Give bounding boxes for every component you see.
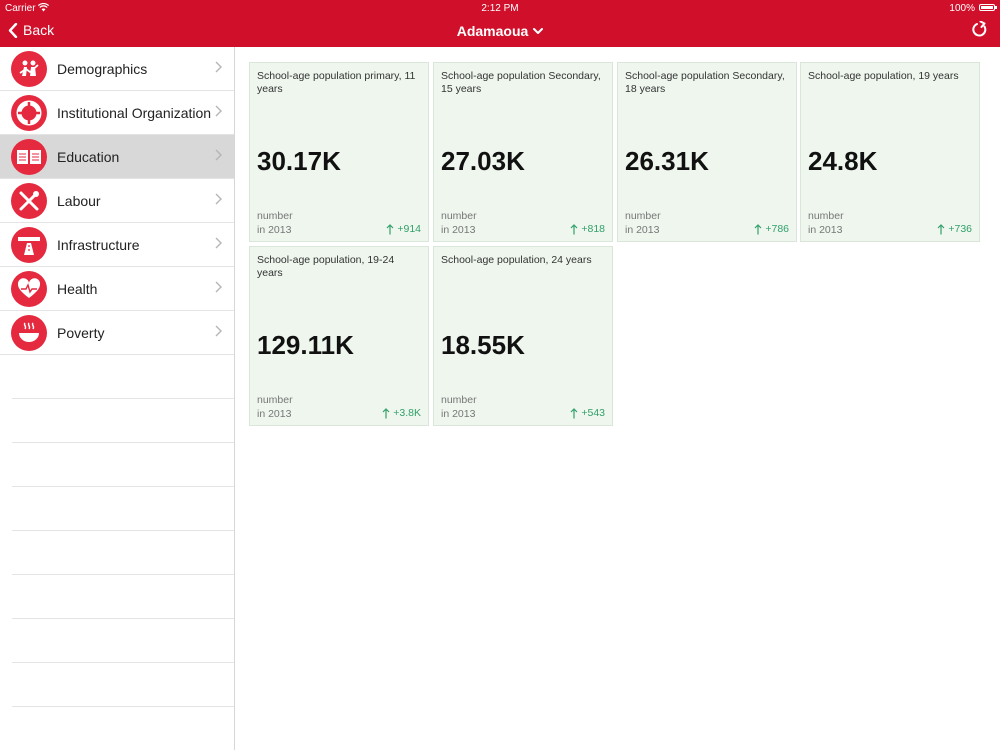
chevron-down-icon xyxy=(533,27,544,34)
bowl-icon xyxy=(11,315,47,351)
card-value: 26.31K xyxy=(625,146,709,176)
card-year: in 2013 xyxy=(808,224,843,236)
sidebar-item-label: Health xyxy=(57,281,98,297)
card-unit: number xyxy=(808,210,844,222)
card-change: +818 xyxy=(570,223,605,235)
battery-percent: 100% xyxy=(949,3,975,14)
card-change: +3.8K xyxy=(382,407,421,419)
top-bar: Carrier 2:12 PM 100% Back Adamaoua xyxy=(0,0,1000,47)
card-value: 24.8K xyxy=(808,146,878,176)
card-title: School-age population Secondary, 15 year… xyxy=(441,70,601,95)
card-change-value: +786 xyxy=(765,223,789,235)
sidebar-item-poverty[interactable]: Poverty xyxy=(0,311,234,355)
sidebar-item-label: Infrastructure xyxy=(57,237,140,253)
sidebar-item-label: Institutional Organization xyxy=(57,105,212,121)
region-title-text: Adamaoua xyxy=(456,23,529,39)
indicator-card[interactable]: School-age population, 24 years 18.55K n… xyxy=(433,246,613,426)
card-value: 30.17K xyxy=(257,146,341,176)
sidebar-item-label: Demographics xyxy=(57,61,148,77)
card-change-value: +818 xyxy=(581,223,605,235)
chevron-right-icon xyxy=(215,237,222,249)
region-title: Adamaoua xyxy=(0,23,1000,39)
card-change: +914 xyxy=(386,223,421,235)
card-change: +736 xyxy=(937,223,972,235)
card-title: School-age population Secondary, 18 year… xyxy=(625,70,785,95)
card-change-value: +914 xyxy=(397,223,421,235)
sidebar-item-label: Poverty xyxy=(57,325,105,341)
empty-row xyxy=(12,575,234,619)
sidebar-item-health[interactable]: Health xyxy=(0,267,234,311)
card-unit: number xyxy=(625,210,661,222)
arrow-up-icon xyxy=(570,223,578,234)
empty-row xyxy=(12,443,234,487)
arrow-up-icon xyxy=(754,223,762,234)
chevron-right-icon xyxy=(215,193,222,205)
arrow-up-icon xyxy=(386,223,394,234)
card-year: in 2013 xyxy=(625,224,660,236)
chevron-right-icon xyxy=(215,61,222,73)
card-change: +786 xyxy=(754,223,789,235)
card-unit: number xyxy=(441,210,477,222)
card-change-value: +3.8K xyxy=(393,407,421,419)
card-unit: number xyxy=(257,210,293,222)
arrow-up-icon xyxy=(570,407,578,418)
indicator-card[interactable]: School-age population, 19 years 24.8K nu… xyxy=(800,62,980,242)
empty-row xyxy=(12,663,234,707)
card-title: School-age population, 24 years xyxy=(441,254,592,266)
card-year: in 2013 xyxy=(441,224,476,236)
empty-row xyxy=(12,531,234,575)
status-bar: Carrier 2:12 PM 100% xyxy=(0,0,1000,16)
refresh-button[interactable] xyxy=(972,20,988,43)
empty-row xyxy=(12,399,234,443)
demographics-icon xyxy=(11,51,47,87)
indicator-card[interactable]: School-age population Secondary, 15 year… xyxy=(433,62,613,242)
chevron-right-icon xyxy=(215,149,222,161)
card-change: +543 xyxy=(570,407,605,419)
arrow-up-icon xyxy=(937,223,945,234)
indicator-card[interactable]: School-age population primary, 11 years … xyxy=(249,62,429,242)
sidebar: Demographics Institutional Organization … xyxy=(0,47,235,750)
empty-row xyxy=(12,619,234,663)
card-value: 27.03K xyxy=(441,146,525,176)
arrow-up-icon xyxy=(382,407,390,418)
sidebar-item-infrastructure[interactable]: Infrastructure xyxy=(0,223,234,267)
card-value: 18.55K xyxy=(441,330,525,360)
sidebar-item-demographics[interactable]: Demographics xyxy=(0,47,234,91)
road-icon xyxy=(11,227,47,263)
status-time: 2:12 PM xyxy=(481,3,519,14)
empty-row xyxy=(12,355,234,399)
card-title: School-age population, 19 years xyxy=(808,70,959,82)
indicator-card[interactable]: School-age population Secondary, 18 year… xyxy=(617,62,797,242)
card-change-value: +543 xyxy=(581,407,605,419)
chevron-right-icon xyxy=(215,325,222,337)
chevron-right-icon xyxy=(215,281,222,293)
sidebar-item-label: Education xyxy=(57,149,120,165)
empty-row xyxy=(12,487,234,531)
indicator-card[interactable]: School-age population, 19-24 years 129.1… xyxy=(249,246,429,426)
tools-icon xyxy=(11,183,47,219)
battery-icon xyxy=(979,4,997,11)
region-selector[interactable]: Adamaoua xyxy=(457,23,544,39)
card-change-value: +736 xyxy=(948,223,972,235)
sidebar-item-education[interactable]: Education xyxy=(0,135,234,179)
card-unit: number xyxy=(441,394,477,406)
lifebuoy-icon xyxy=(11,95,47,131)
heart-icon xyxy=(11,271,47,307)
sidebar-item-labour[interactable]: Labour xyxy=(0,179,234,223)
card-year: in 2013 xyxy=(257,408,292,420)
card-title: School-age population, 19-24 years xyxy=(257,254,395,279)
chevron-right-icon xyxy=(215,105,222,117)
card-unit: number xyxy=(257,394,293,406)
card-title: School-age population primary, 11 years xyxy=(257,70,416,95)
refresh-icon xyxy=(972,20,987,37)
sidebar-item-label: Labour xyxy=(57,193,101,209)
navigation-bar: Back Adamaoua xyxy=(0,17,1000,45)
book-icon xyxy=(11,139,47,175)
card-year: in 2013 xyxy=(257,224,292,236)
card-year: in 2013 xyxy=(441,408,476,420)
card-value: 129.11K xyxy=(257,330,354,360)
sidebar-item-institutional-organization[interactable]: Institutional Organization xyxy=(0,91,234,135)
